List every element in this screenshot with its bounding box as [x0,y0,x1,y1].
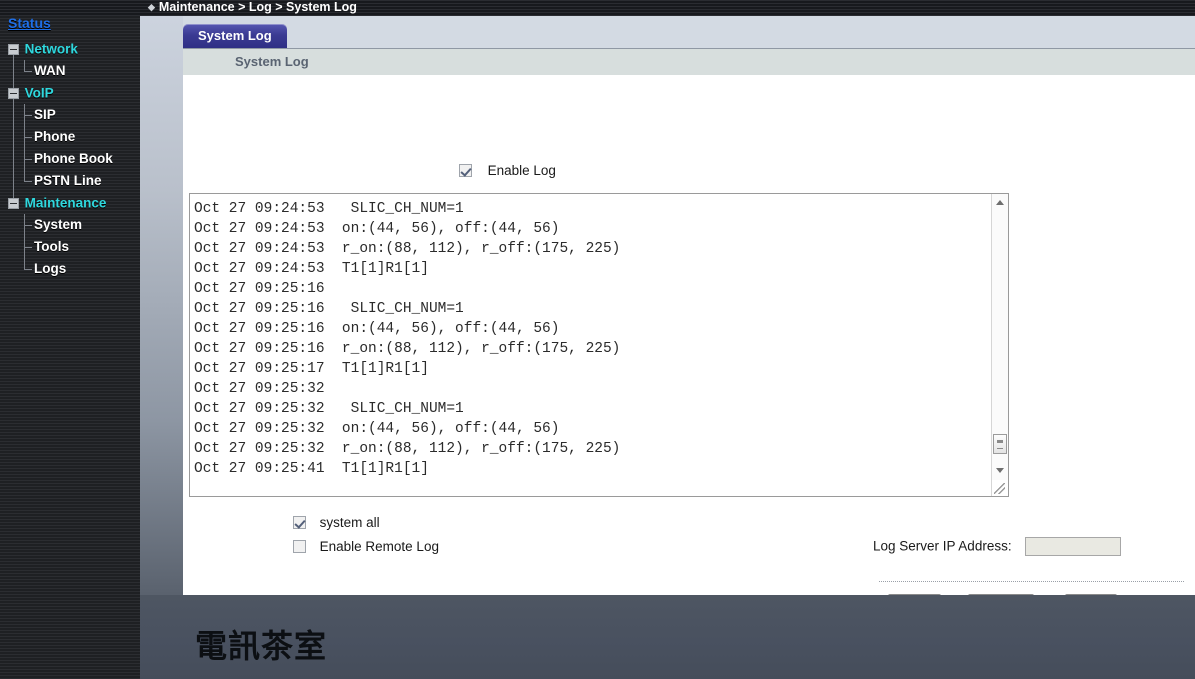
diamond-icon: ◆ [148,2,155,13]
sidebar-item-tools[interactable]: Tools [0,236,140,258]
top-breadcrumb-bar: ◆ Maintenance > Log > System Log [0,0,1195,16]
sidebar-item-logs[interactable]: Logs [0,258,140,280]
system-log-textarea[interactable]: Oct 27 09:24:53 SLIC_CH_NUM=1 Oct 27 09:… [189,193,1009,497]
sidebar-group-maintenance[interactable]: Maintenance [0,192,140,214]
sidebar-group-voip-label[interactable]: VoIP [25,86,54,101]
scroll-up-arrow-icon[interactable] [992,194,1008,211]
sidebar-item-system-label[interactable]: System [34,217,82,232]
sidebar-item-tools-label[interactable]: Tools [34,239,69,254]
sidebar-item-wan[interactable]: WAN [0,60,140,82]
log-server-ip-row: Log Server IP Address: [873,535,1122,557]
sidebar-item-pstn-line[interactable]: PSTN Line [0,170,140,192]
section-title: System Log [183,49,1195,75]
content-area: System Log System Log Enable Log Oct 27 … [140,0,1195,679]
footer-watermark-area: 電訊茶室 [140,595,1195,679]
app-root: Status Network WAN VoIP SIP Phone Phone … [0,0,1195,679]
tab-system-log[interactable]: System Log [183,24,287,48]
sidebar-item-wan-label[interactable]: WAN [34,63,66,78]
sidebar-group-voip[interactable]: VoIP [0,82,140,104]
settings-panel: System Log System Log Enable Log Oct 27 … [183,16,1195,615]
enable-log-checkbox[interactable] [459,164,472,178]
log-server-ip-label: Log Server IP Address: [873,538,1012,554]
log-scrollbar[interactable] [991,194,1008,496]
enable-log-row[interactable]: Enable Log [459,161,556,179]
sidebar-item-phone-book-label[interactable]: Phone Book [34,151,113,166]
button-divider [879,581,1184,582]
sidebar-item-phone[interactable]: Phone [0,126,140,148]
breadcrumb: ◆ Maintenance > Log > System Log [148,0,357,16]
enable-remote-log-row[interactable]: Enable Remote Log [293,537,439,555]
enable-log-label: Enable Log [487,162,556,178]
minus-box-icon[interactable] [8,198,19,210]
scroll-down-arrow-icon[interactable] [992,462,1008,479]
scrollbar-thumb[interactable] [993,434,1007,454]
log-server-ip-input[interactable] [1025,537,1122,557]
sidebar-item-logs-label[interactable]: Logs [34,261,66,276]
enable-remote-log-label: Enable Remote Log [319,538,439,554]
system-log-content[interactable]: Oct 27 09:24:53 SLIC_CH_NUM=1 Oct 27 09:… [190,194,991,496]
sidebar-item-status[interactable]: Status [0,14,140,32]
sidebar-group-network-label[interactable]: Network [25,42,78,57]
sidebar-item-sip[interactable]: SIP [0,104,140,126]
resize-grip-icon[interactable] [992,480,1008,496]
sidebar-item-sip-label[interactable]: SIP [34,107,56,122]
enable-remote-log-checkbox[interactable] [293,540,306,554]
system-all-row[interactable]: system all [293,513,380,531]
minus-box-icon[interactable] [8,88,19,100]
sidebar-navigation: Status Network WAN VoIP SIP Phone Phone … [0,0,140,679]
system-all-label: system all [319,514,380,530]
sidebar-group-maintenance-label[interactable]: Maintenance [25,196,107,211]
watermark-text: 電訊茶室 [195,627,328,665]
sidebar-item-system[interactable]: System [0,214,140,236]
nav-tree: Status Network WAN VoIP SIP Phone Phone … [0,0,140,280]
sidebar-item-phone-label[interactable]: Phone [34,129,75,144]
sidebar-group-network[interactable]: Network [0,38,140,60]
tab-bar: System Log [183,16,1195,49]
breadcrumb-text: Maintenance > Log > System Log [158,0,357,14]
sidebar-item-status-label[interactable]: Status [0,14,51,32]
sidebar-item-phone-book[interactable]: Phone Book [0,148,140,170]
minus-box-icon[interactable] [8,44,19,56]
sidebar-item-pstn-line-label[interactable]: PSTN Line [34,173,102,188]
system-all-checkbox[interactable] [293,516,306,530]
panel-body: System Log Enable Log Oct 27 09:24:53 SL… [183,49,1195,615]
